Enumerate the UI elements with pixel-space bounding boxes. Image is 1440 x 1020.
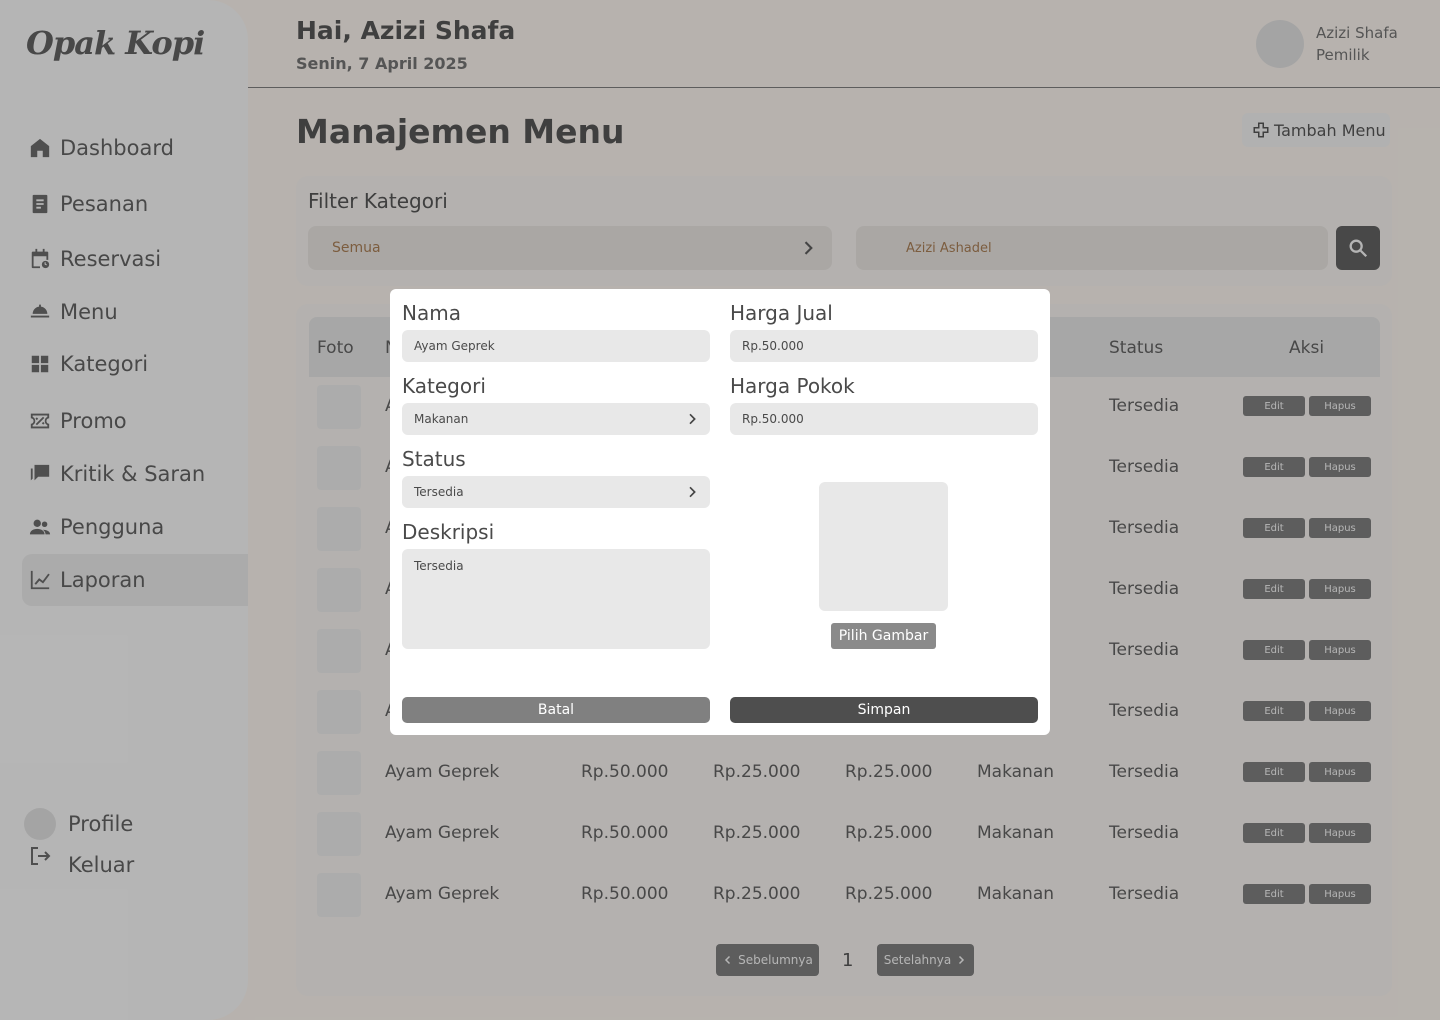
cost-price-value: Rp.50.000 <box>742 412 804 426</box>
description-value: Tersedia <box>414 559 464 573</box>
description-textarea[interactable]: Tersedia <box>402 549 710 649</box>
status-dropdown-value: Tersedia <box>414 485 464 499</box>
name-input-value: Ayam Geprek <box>414 339 495 353</box>
cost-price-input[interactable]: Rp.50.000 <box>730 403 1038 435</box>
status-dropdown[interactable]: Tersedia <box>402 476 710 508</box>
description-label: Deskripsi <box>402 520 495 544</box>
sell-price-input[interactable]: Rp.50.000 <box>730 330 1038 362</box>
pick-image-button[interactable]: Pilih Gambar <box>831 623 936 649</box>
name-label: Nama <box>402 301 461 325</box>
category-dropdown-value: Makanan <box>414 412 469 426</box>
category-dropdown[interactable]: Makanan <box>402 403 710 435</box>
chevron-right-icon <box>689 413 696 425</box>
edit-menu-modal: Nama Ayam Geprek Harga Jual Rp.50.000 Ka… <box>390 289 1050 735</box>
category-label: Kategori <box>402 374 486 398</box>
cancel-button[interactable]: Batal <box>402 697 710 723</box>
sell-price-label: Harga Jual <box>730 301 833 325</box>
chevron-right-icon <box>689 486 696 498</box>
cost-price-label: Harga Pokok <box>730 374 855 398</box>
name-input[interactable]: Ayam Geprek <box>402 330 710 362</box>
status-label: Status <box>402 447 466 471</box>
image-preview <box>819 482 948 611</box>
sell-price-value: Rp.50.000 <box>742 339 804 353</box>
save-button[interactable]: Simpan <box>730 697 1038 723</box>
